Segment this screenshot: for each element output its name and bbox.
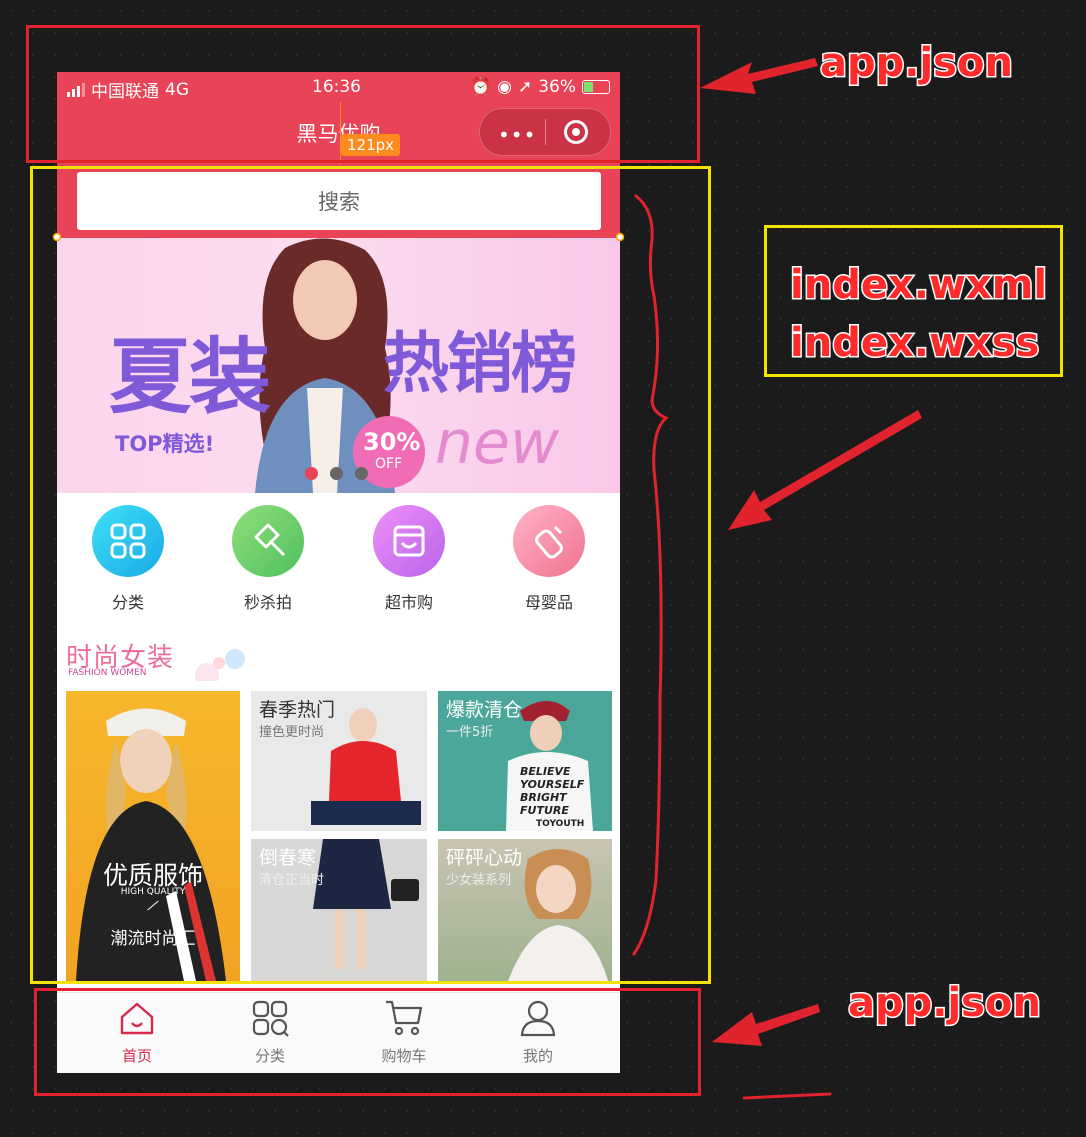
selection-handle-right [615, 232, 625, 242]
arrow-middle [728, 410, 922, 530]
annotation-underline [742, 1092, 832, 1100]
arrow-bottom [712, 1004, 820, 1046]
selection-handle-left [52, 232, 62, 242]
annotation-brace [632, 194, 669, 956]
arrow-top [700, 58, 818, 94]
annotation-arrows [52, 58, 922, 1100]
